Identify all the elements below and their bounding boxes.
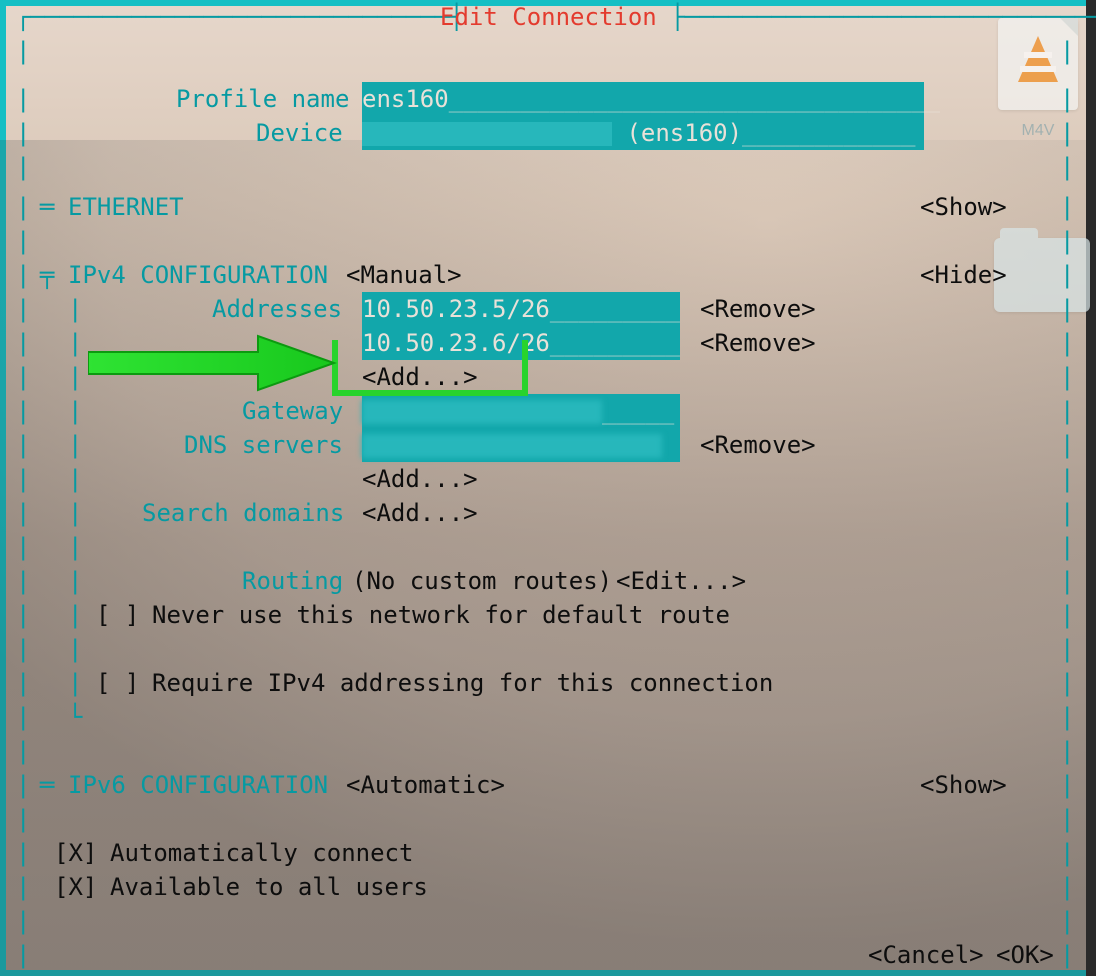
border-right: |	[1060, 34, 1074, 68]
dns-remove-0[interactable]: <Remove>	[700, 428, 816, 462]
never-default-checkbox[interactable]: [ ]	[96, 598, 139, 632]
address-remove-0[interactable]: <Remove>	[700, 292, 816, 326]
auto-connect-checkbox[interactable]: [X]	[54, 836, 97, 870]
all-users-checkbox[interactable]: [X]	[54, 870, 97, 904]
dns-servers-label: DNS servers	[184, 428, 343, 462]
gateway-input[interactable]: _____	[362, 394, 680, 428]
ethernet-show-button[interactable]: <Show>	[920, 190, 1007, 224]
address-remove-1[interactable]: <Remove>	[700, 326, 816, 360]
ipv6-config-label: IPv6 CONFIGURATION	[68, 768, 328, 802]
search-domains-label: Search domains	[142, 496, 344, 530]
border-top-left: ┌─────────────────────────────┤	[16, 0, 478, 34]
ipv4-tree-icon: ╤	[40, 258, 54, 292]
ipv6-mode-select[interactable]: <Automatic>	[346, 768, 505, 802]
nmtui-dialog: ┌─────────────────────────────┤ Edit Con…	[16, 0, 1076, 976]
ethernet-toggle-icon: ═	[40, 190, 54, 224]
device-input[interactable]: (ens160)____________	[362, 116, 924, 150]
ipv6-show-button[interactable]: <Show>	[920, 768, 1007, 802]
routing-label: Routing	[242, 564, 343, 598]
require-ipv4-checkbox[interactable]: [ ]	[96, 666, 139, 700]
never-default-label: Never use this network for default route	[152, 598, 730, 632]
desktop: M4V ┌─────────────────────────────┤ Edit…	[0, 0, 1096, 976]
address-input-1[interactable]: 10.50.23.6/26_________	[362, 326, 680, 360]
cancel-button[interactable]: <Cancel>	[868, 938, 984, 972]
border-left: |	[16, 34, 30, 68]
address-input-0[interactable]: 10.50.23.5/26_________	[362, 292, 680, 326]
routing-status: (No custom routes)	[352, 564, 612, 598]
ipv6-toggle-icon: ═	[40, 768, 54, 802]
device-label: Device	[256, 116, 343, 150]
dialog-title: Edit Connection	[440, 0, 657, 34]
ok-button[interactable]: <OK>	[996, 938, 1054, 972]
profile-name-label: Profile name	[176, 82, 349, 116]
ipv4-mode-select[interactable]: <Manual>	[346, 258, 462, 292]
dns-add-button[interactable]: <Add...>	[362, 462, 478, 496]
addresses-label: Addresses	[212, 292, 342, 326]
ipv4-hide-button[interactable]: <Hide>	[920, 258, 1007, 292]
border-top-right: ├─────────────────────────────┐	[656, 0, 1096, 34]
profile-name-input[interactable]: ens160__________________________________	[362, 82, 924, 116]
address-add-button[interactable]: <Add...>	[362, 360, 478, 394]
dns-input-0[interactable]	[362, 428, 680, 462]
ipv4-config-label: IPv4 CONFIGURATION	[68, 258, 328, 292]
ipv4-section-end-icon: └	[68, 700, 82, 734]
routing-edit-button[interactable]: <Edit...>	[616, 564, 746, 598]
gateway-label: Gateway	[242, 394, 343, 428]
all-users-label: Available to all users	[110, 870, 428, 904]
auto-connect-label: Automatically connect	[110, 836, 413, 870]
require-ipv4-label: Require IPv4 addressing for this connect…	[152, 666, 773, 700]
search-domains-add-button[interactable]: <Add...>	[362, 496, 478, 530]
ethernet-label: ETHERNET	[68, 190, 184, 224]
